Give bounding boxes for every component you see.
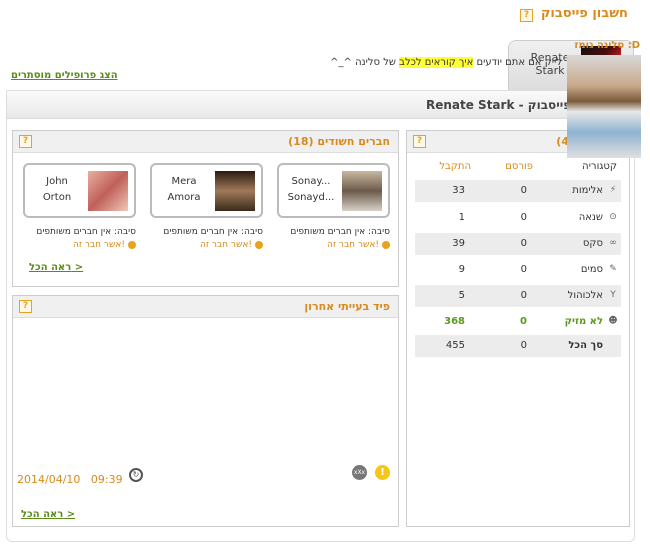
category-row[interactable]: ∞ סקס 0 39 (415, 233, 621, 255)
feed-title: פיד בעייתי אחרון (304, 300, 390, 313)
sex-icon: ∞ (609, 238, 617, 248)
help-icon[interactable]: ? (19, 300, 32, 313)
approve-friend-link[interactable]: אשר חבר זה! (327, 240, 390, 250)
hate-icon: ⊙ (609, 212, 617, 222)
show-hidden-profiles-link[interactable]: הצג פרופילים מוסתרים (11, 70, 118, 81)
approve-friend-link[interactable]: אשר חבר זה! (200, 240, 263, 250)
see-all-feed-link[interactable]: ראה הכל > (21, 509, 75, 520)
friend-reason: סיבה: אין חברים משותפים (290, 227, 390, 237)
arrow-icon (382, 240, 390, 249)
see-all-friends-link[interactable]: ראה הכל > (29, 262, 83, 273)
alcohol-icon: Y (610, 290, 616, 300)
category-row[interactable]: ⚡ אלימות 0 33 (415, 180, 621, 202)
category-row[interactable]: Y אלכוהול 0 5 (415, 285, 621, 307)
drugs-icon: ✎ (609, 264, 617, 274)
feed-box-header: פיד בעייתי אחרון ? (13, 296, 398, 318)
page-title: חשבון פייסבוק (540, 6, 628, 21)
posts-box: פידים (455) ? קטגוריה פורסם התקבל ⚡ אלימ… (406, 130, 630, 527)
approve-friend-link[interactable]: אשר חבר זה! (73, 240, 136, 250)
friend-avatar (88, 171, 128, 211)
friend-card[interactable]: Sonay... Sonayd... (277, 163, 390, 218)
column-posted: פורסם (505, 161, 533, 172)
help-icon[interactable]: ? (520, 9, 533, 22)
feed-timestamp: 2014/04/10 09:39 (17, 473, 123, 486)
feed-photo[interactable] (567, 55, 641, 158)
category-row[interactable]: ⊙ שנאה 0 1 (415, 207, 621, 229)
friends-title: חברים חשודים (18) (288, 135, 390, 148)
help-icon[interactable]: ? (413, 135, 426, 148)
friends-box-header: חברים חשודים (18) ? (13, 131, 398, 153)
badge-icon: xXx (352, 465, 367, 480)
column-category: קטגוריה (582, 161, 617, 172)
category-row[interactable]: ✎ סמים 0 9 (415, 259, 621, 281)
clock-icon: ↻ (129, 468, 143, 482)
friend-card[interactable]: John Orton (23, 163, 136, 218)
friend-name: Sonay... Sonayd... (287, 176, 335, 203)
total-row: סך הכל 0 455 (415, 335, 621, 357)
feed-text: לייק אם אתם יודעים איך קוראים לכלב של סל… (330, 57, 562, 68)
problematic-feed-box: פיד בעייתי אחרון ? ראה הכל > (12, 295, 399, 527)
panel-header: Renate Stark - פעילויות פייסבוק (7, 91, 634, 119)
highlighted-text: איך קוראים לכלב (399, 57, 474, 68)
friend-avatar (215, 171, 255, 211)
arrow-icon (255, 240, 263, 249)
friend-avatar (342, 171, 382, 211)
info-icon[interactable]: ! (375, 465, 390, 480)
friend-reason: סיבה: אין חברים משותפים (163, 227, 263, 237)
category-row[interactable]: ☻ לא מזיק 0 368 (415, 311, 621, 333)
arrow-icon (128, 240, 136, 249)
feed-author[interactable]: סלינה גומז :D (574, 40, 640, 51)
suspicious-friends-box: חברים חשודים (18) ? Sonay... Sonayd... M… (12, 130, 399, 287)
friend-reason: סיבה: אין חברים משותפים (36, 227, 136, 237)
friend-name: John Orton (42, 176, 72, 203)
friend-name: Mera Amora (167, 176, 201, 203)
friend-card[interactable]: Mera Amora (150, 163, 263, 218)
column-received: התקבל (439, 161, 471, 172)
lightning-icon: ⚡ (609, 185, 617, 195)
smiley-icon: ☻ (608, 316, 618, 326)
help-icon[interactable]: ? (19, 135, 32, 148)
